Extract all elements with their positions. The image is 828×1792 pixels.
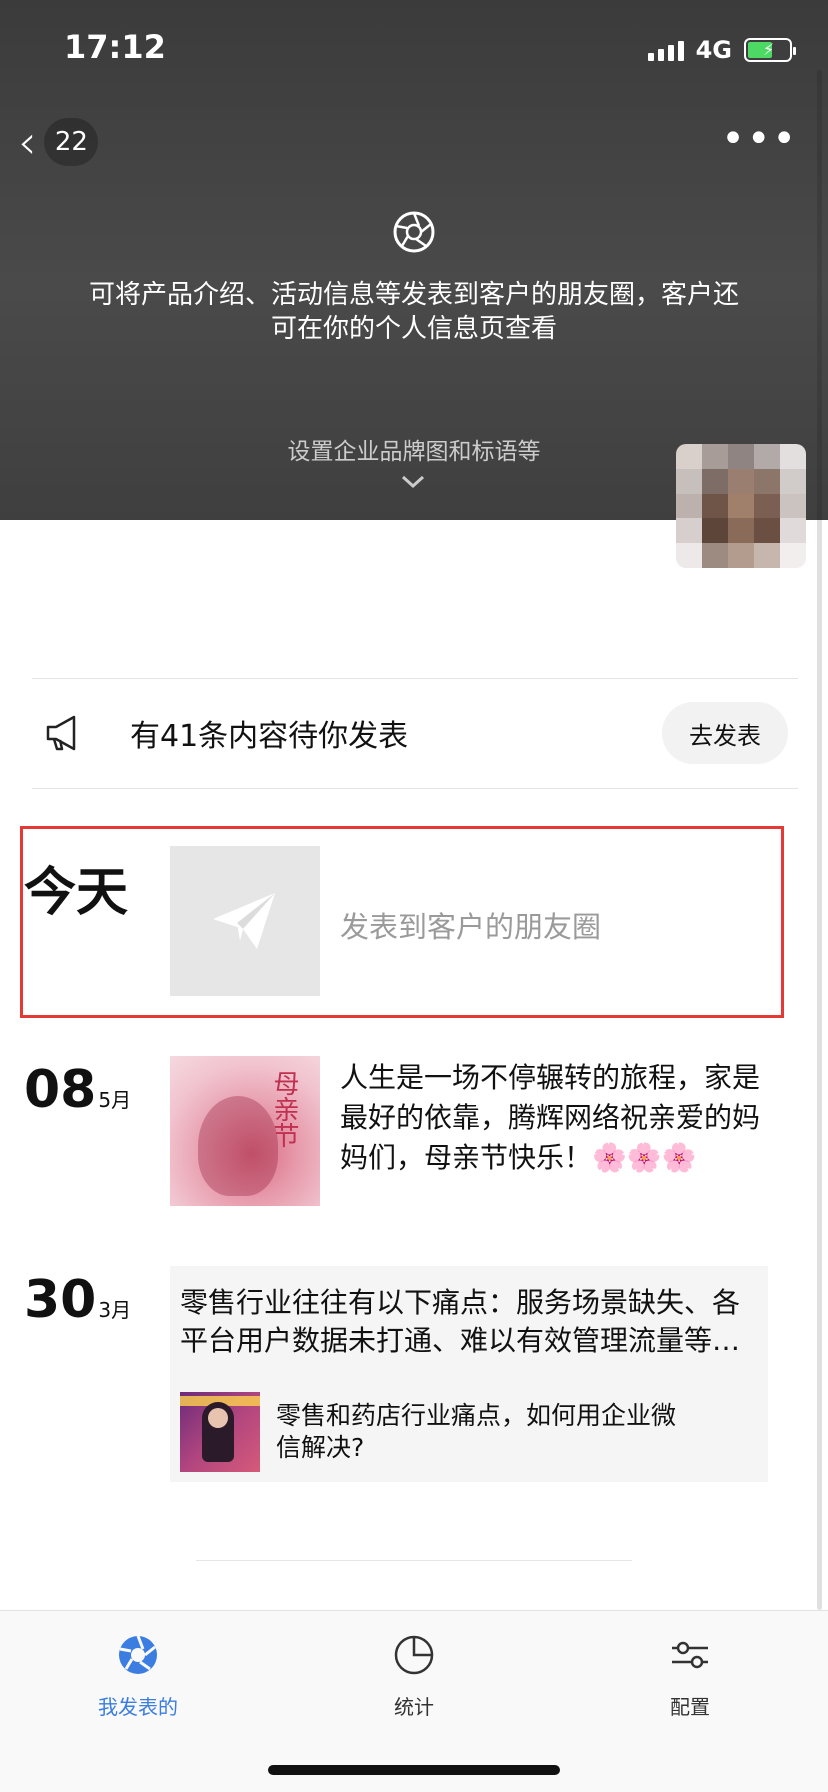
- tab-my-posts[interactable]: 我发表的: [68, 1633, 208, 1720]
- moments-header: 17:12 4G ⚡ ‹ 22 ••• 可将产品介绍、活动信息等发表到客户的朋友…: [0, 0, 828, 520]
- post-date: 30 3月: [24, 1270, 131, 1340]
- megaphone-icon: [46, 715, 76, 751]
- tab-label: 我发表的: [98, 1695, 178, 1719]
- back-button[interactable]: ‹ 22: [18, 115, 99, 169]
- link-thumbnail: [180, 1392, 260, 1472]
- unread-count-badge: 22: [44, 118, 99, 166]
- intro-text: 可将产品介绍、活动信息等发表到客户的朋友圈，客户还可在你的个人信息页查看: [88, 280, 739, 344]
- thumbnail-title: 母亲节: [269, 1070, 299, 1148]
- go-publish-button[interactable]: 去发表: [662, 702, 788, 764]
- tab-label: 统计: [394, 1695, 434, 1719]
- chevron-down-icon[interactable]: [398, 472, 428, 492]
- status-indicators: 4G ⚡: [647, 36, 796, 64]
- post-text: 零售行业往往有以下痛点：服务场景缺失、各平台用户数据未打通、难以有效管理流量等问…: [180, 1286, 741, 1357]
- home-indicator[interactable]: [268, 1765, 560, 1775]
- post-day: 08: [24, 1060, 97, 1120]
- link-title: 零售和药店行业痛点，如何用企业微信解决?: [276, 1401, 677, 1462]
- post-day: 30: [24, 1270, 97, 1330]
- post-card[interactable]: 零售行业往往有以下痛点：服务场景缺失、各平台用户数据未打通、难以有效管理流量等问…: [170, 1266, 768, 1482]
- date-today-label: 今天: [24, 863, 129, 923]
- bottom-tab-bar: 我发表的 统计 配置: [0, 1610, 828, 1792]
- scrollbar[interactable]: [817, 70, 822, 1610]
- paper-plane-icon: [213, 893, 275, 949]
- post-thumbnail[interactable]: 母亲节: [170, 1056, 320, 1206]
- list-end-divider: [196, 1560, 632, 1561]
- aperture-icon: [119, 1635, 157, 1674]
- post-month: 5月: [98, 1088, 132, 1112]
- avatar[interactable]: [676, 444, 806, 568]
- chevron-left-icon: ‹: [18, 115, 37, 169]
- battery-icon: ⚡: [744, 38, 796, 62]
- tab-statistics[interactable]: 统计: [344, 1633, 484, 1720]
- mother-figure-illustration: [198, 1096, 278, 1196]
- pie-chart-icon: [394, 1635, 434, 1675]
- pending-posts-text: 有41条内容待你发表: [130, 719, 409, 754]
- status-time: 17:12: [64, 28, 166, 66]
- pending-posts-row: 有41条内容待你发表 去发表: [32, 678, 798, 788]
- more-options-button[interactable]: •••: [721, 119, 798, 159]
- tab-label: 配置: [670, 1695, 710, 1719]
- new-post-button[interactable]: [170, 846, 320, 996]
- new-post-prompt[interactable]: 发表到客户的朋友圈: [340, 904, 601, 946]
- signal-icon: [647, 39, 684, 61]
- divider: [32, 788, 798, 789]
- network-type: 4G: [695, 36, 732, 64]
- sliders-icon: [672, 1641, 708, 1669]
- post-text[interactable]: 人生是一场不停辗转的旅程，家是最好的依靠，腾辉网络祝亲爱的妈妈们，母亲节快乐！🌸…: [340, 1058, 770, 1178]
- post-month: 3月: [98, 1298, 132, 1322]
- post-date: 08 5月: [24, 1060, 131, 1130]
- tab-settings[interactable]: 配置: [620, 1633, 760, 1720]
- aperture-icon: [393, 211, 435, 253]
